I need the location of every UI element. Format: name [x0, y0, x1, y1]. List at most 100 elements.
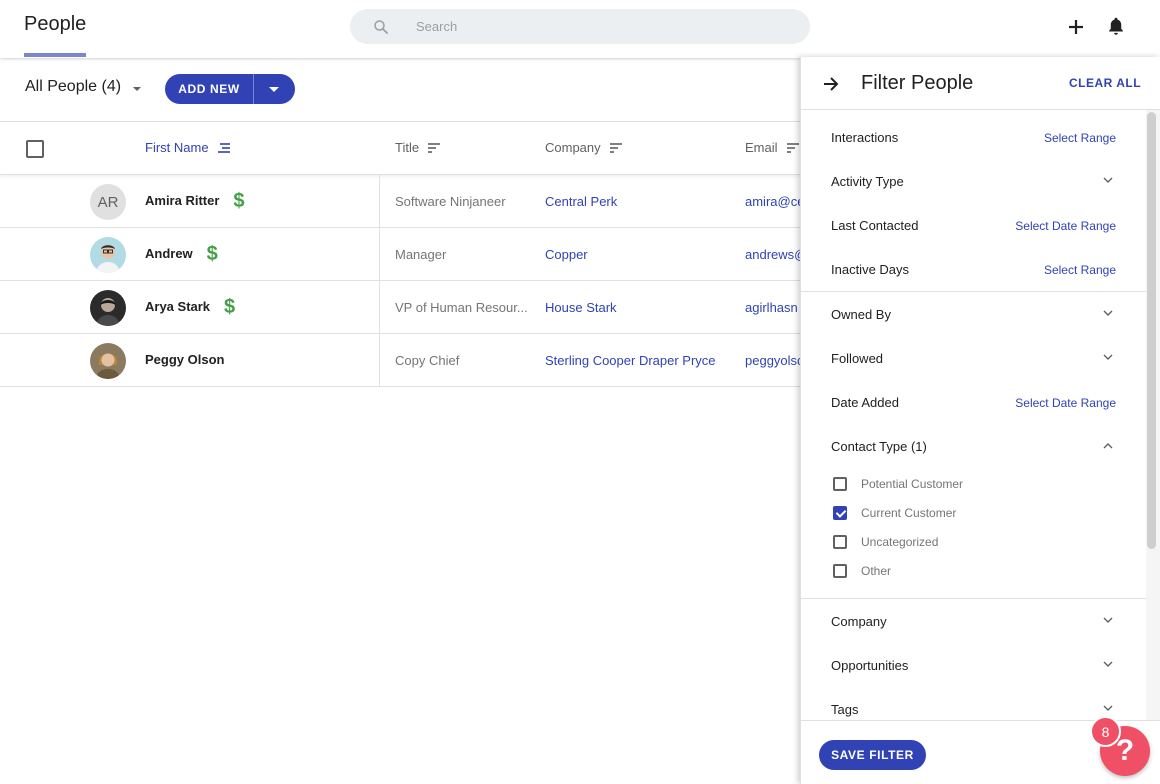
column-header-label: Email — [745, 140, 778, 155]
select-range-link[interactable]: Select Range — [1044, 263, 1116, 277]
filter-followed[interactable]: Followed — [801, 331, 1146, 375]
dollar-icon: $ — [206, 242, 218, 265]
filter-opportunities[interactable]: Opportunities — [801, 638, 1146, 682]
cell-email-link[interactable]: agirlhasn — [745, 300, 800, 315]
option-uncategorized[interactable]: Uncategorized — [833, 532, 938, 552]
app-root: People All People (4) ADD NEW First Name… — [0, 0, 1160, 784]
filter-last-contacted[interactable]: Last Contacted Select Date Range — [801, 198, 1146, 242]
filter-inactive-days[interactable]: Inactive Days Select Range — [801, 242, 1146, 286]
cell-email-link[interactable]: peggyolsc — [745, 353, 800, 368]
filter-label: Opportunities — [831, 658, 909, 673]
filter-company[interactable]: Company — [801, 594, 1146, 638]
sort-icon — [786, 142, 799, 153]
filter-label: Date Added — [831, 395, 899, 410]
cell-name[interactable]: Amira Ritter $ — [145, 191, 245, 211]
filter-activity-type[interactable]: Activity Type — [801, 154, 1146, 198]
person-name: Amira Ritter — [145, 193, 220, 208]
cell-email-link[interactable]: andrews@ — [745, 247, 800, 262]
table-row[interactable]: Arya Stark $ VP of Human Resour... House… — [0, 281, 800, 334]
table-row[interactable]: Peggy Olson Copy Chief Sterling Cooper D… — [0, 334, 800, 387]
cell-name[interactable]: Arya Stark $ — [145, 297, 235, 317]
column-header-first-name[interactable]: First Name — [145, 140, 231, 155]
checkbox[interactable] — [833, 564, 847, 578]
option-potential-customer[interactable]: Potential Customer — [833, 474, 963, 494]
notification-badge: 8 — [1090, 716, 1121, 747]
filter-owned-by[interactable]: Owned By — [801, 287, 1146, 331]
table-row[interactable]: Andrew $ Manager Copper andrews@ — [0, 228, 800, 281]
chevron-down-icon — [1103, 617, 1113, 623]
filter-label: Interactions — [831, 130, 899, 145]
option-label: Potential Customer — [861, 477, 964, 491]
filter-tags[interactable]: Tags — [801, 682, 1146, 720]
column-header-email[interactable]: Email — [745, 140, 800, 155]
cell-company-link[interactable]: House Stark — [545, 300, 617, 315]
chevron-down-icon — [1103, 661, 1113, 667]
select-date-range-link[interactable]: Select Date Range — [1015, 219, 1116, 233]
sort-icon — [428, 142, 441, 153]
title-underline — [24, 53, 86, 57]
search-input[interactable] — [416, 9, 796, 44]
select-all-checkbox[interactable] — [26, 140, 44, 158]
filter-panel-title: Filter People — [861, 72, 974, 94]
column-header-label: First Name — [145, 140, 209, 155]
filter-label: Followed — [831, 351, 884, 366]
filter-label: Owned By — [831, 307, 891, 322]
row-divider — [379, 175, 380, 228]
cell-title: VP of Human Resour... — [395, 300, 528, 315]
chevron-down-icon — [1103, 354, 1113, 360]
save-filter-button[interactable]: SAVE FILTER — [819, 740, 926, 770]
avatar — [90, 290, 126, 326]
option-label: Uncategorized — [861, 535, 939, 549]
sort-icon — [609, 142, 622, 153]
select-date-range-link[interactable]: Select Date Range — [1015, 396, 1116, 410]
row-divider — [379, 281, 380, 334]
column-header-label: Title — [395, 140, 420, 155]
filter-label: Tags — [831, 702, 859, 717]
filter-label: Company — [831, 614, 887, 629]
bell-icon[interactable] — [1105, 15, 1127, 37]
filter-date-added[interactable]: Date Added Select Date Range — [801, 375, 1146, 419]
filter-panel-header: Filter People CLEAR ALL — [801, 57, 1160, 110]
table-row[interactable]: AR Amira Ritter $ Software Ninjaneer Cen… — [0, 175, 800, 228]
person-name: Peggy Olson — [145, 352, 225, 367]
avatar — [90, 343, 126, 379]
option-other[interactable]: Other — [833, 561, 891, 581]
filter-contact-type[interactable]: Contact Type (1) — [801, 419, 1146, 463]
cell-email-link[interactable]: amira@ce — [745, 194, 800, 209]
add-icon[interactable] — [1066, 17, 1086, 37]
cell-company-link[interactable]: Central Perk — [545, 194, 617, 209]
select-range-link[interactable]: Select Range — [1044, 131, 1116, 145]
row-divider — [379, 228, 380, 281]
column-header-company[interactable]: Company — [545, 140, 623, 155]
column-header-title[interactable]: Title — [395, 140, 441, 155]
row-divider — [379, 334, 380, 387]
chevron-down-icon — [1103, 705, 1113, 711]
add-new-dropdown[interactable] — [254, 74, 294, 104]
filter-list: Interactions Select Range Activity Type … — [801, 110, 1146, 720]
cell-name[interactable]: Peggy Olson — [145, 352, 224, 367]
option-label: Other — [861, 564, 892, 578]
clear-all-button[interactable]: CLEAR ALL — [1069, 76, 1141, 90]
scrollbar[interactable] — [1147, 112, 1156, 549]
search-bar[interactable] — [350, 9, 810, 44]
chevron-down-icon — [1103, 177, 1113, 183]
column-header-label: Company — [545, 140, 601, 155]
checkbox[interactable] — [833, 535, 847, 549]
filter-interactions[interactable]: Interactions Select Range — [801, 110, 1146, 154]
cell-company-link[interactable]: Copper — [545, 247, 588, 262]
checkbox-checked[interactable] — [833, 506, 847, 520]
caret-down-icon — [269, 86, 279, 92]
view-selector[interactable]: All People (4) — [25, 78, 142, 96]
checkbox[interactable] — [833, 477, 847, 491]
arrow-right-icon[interactable] — [822, 75, 840, 93]
cell-name[interactable]: Andrew $ — [145, 242, 218, 265]
add-new-label: ADD NEW — [178, 82, 240, 96]
sort-active-icon — [217, 142, 230, 153]
option-current-customer[interactable]: Current Customer — [833, 503, 956, 523]
add-new-button[interactable]: ADD NEW — [165, 74, 295, 104]
cell-title: Manager — [395, 247, 447, 262]
cell-company-link[interactable]: Sterling Cooper Draper Pryce — [545, 353, 716, 368]
option-label: Current Customer — [861, 506, 957, 520]
filter-label: Contact Type (1) — [831, 439, 927, 454]
caret-down-icon — [133, 86, 142, 91]
